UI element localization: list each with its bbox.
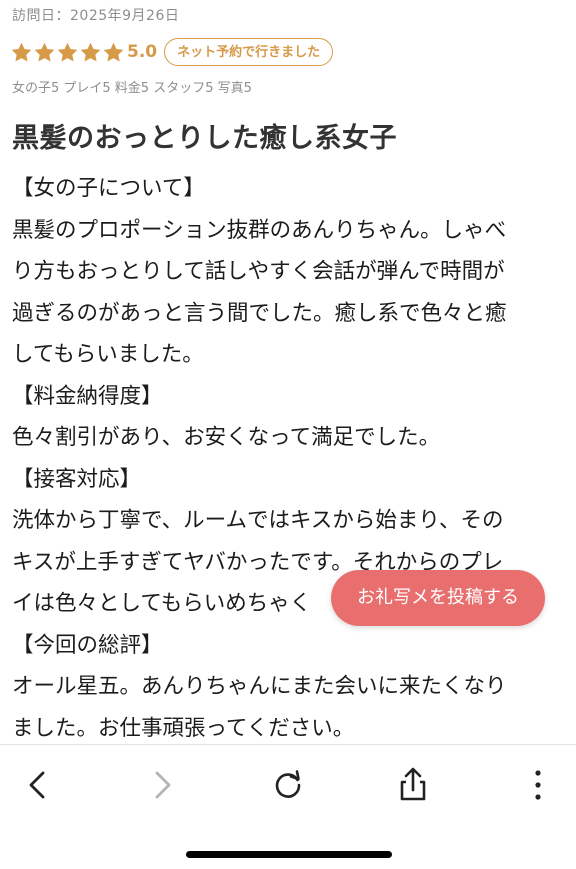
review-body-line: 過ぎるのがあっと言う間でした。癒し系で色々と癒 — [12, 300, 507, 326]
review-body: 【女の子について】 黒髪のプロポーション抜群のあんりちゃん。しゃべ り方もおっと… — [12, 168, 564, 749]
star-icon — [102, 41, 125, 64]
review-body-line: 【今回の総評】 — [12, 632, 163, 658]
rating-score: 5.0 — [127, 42, 158, 62]
home-indicator — [186, 851, 392, 858]
star-icon — [56, 41, 79, 64]
review-body-line: 洗体から丁寧で、ルームではキスから始まり、その — [12, 508, 504, 533]
review-body-line: り方もおっとりして話しやすく会話が弾んで時間が — [12, 259, 505, 284]
star-icon — [79, 41, 102, 64]
review-body-line: 【接客対応】 — [12, 466, 142, 492]
star-icon — [10, 41, 33, 64]
more-icon[interactable] — [516, 763, 560, 807]
back-icon[interactable] — [16, 763, 60, 807]
review-body-line: 【女の子について】 — [12, 176, 205, 201]
rating-row: 5.0 ネット予約で行きました — [10, 36, 334, 68]
star-rating — [10, 41, 125, 64]
review-title: 黒髪のおっとりした癒し系女子 — [12, 123, 397, 154]
post-thanks-photo-button[interactable]: お礼写メを投稿する — [331, 570, 545, 626]
sub-ratings: 女の子5 プレイ5 料金5 スタッフ5 写真5 — [12, 81, 252, 96]
booking-badge: ネット予約で行きました — [164, 38, 334, 66]
review-body-line: 色々割引があり、お安くなって満足でした。 — [12, 425, 441, 450]
reload-icon[interactable] — [266, 763, 310, 807]
review-body-line: 【料金納得度】 — [12, 383, 163, 409]
review-body-line: ました。お仕事頑張ってください。 — [12, 715, 355, 741]
review-body-line: 黒髪のプロポーション抜群のあんりちゃん。しゃべ — [12, 217, 507, 243]
star-icon — [33, 41, 56, 64]
share-icon[interactable] — [391, 763, 435, 807]
forward-icon[interactable] — [140, 763, 184, 807]
visit-date: 訪問日：2025年9月26日 — [12, 8, 180, 24]
review-body-line: オール星五。あんりちゃんにまた会いに来たくなり — [12, 674, 507, 699]
review-body-line: してもらいました。 — [12, 342, 204, 367]
